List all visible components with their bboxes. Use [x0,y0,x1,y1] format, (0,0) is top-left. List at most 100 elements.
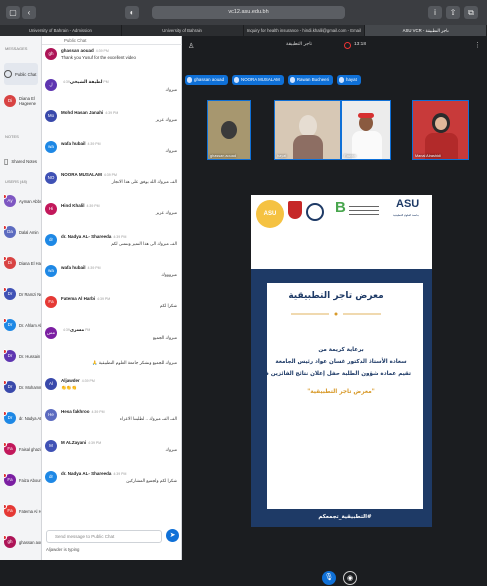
chat-message: مس مسرى4:39 PM مبروك الجميع [45,327,177,341]
chat-message-input[interactable]: Send message to Public Chat [46,530,162,543]
message-time: 4:39 PM [105,111,119,115]
typing-indicator: Aljawder is typing [46,547,80,552]
user-list-item[interactable]: Fa Faisal ghazi [4,439,41,459]
slide-quote: "معرض تاجر التطبيقية" [307,389,375,395]
tab-uob[interactable]: University of Bahrain [122,25,244,36]
message-author: dr. Nadya AL- Shareeda [61,234,112,239]
sidebar-item-shared-notes[interactable]: ▯ Shared Notes [4,150,38,172]
avatar: Ay [4,194,16,207]
avatar: M [45,440,57,452]
shield-icon[interactable]: ◐ [125,6,139,19]
partner-logo [306,203,324,221]
user-name: Faisal ghazi [19,446,41,452]
sidebar-item-public-chat[interactable]: Public Chat [4,63,38,85]
webcam-tile[interactable]: Manal Alrashidi [412,100,469,160]
video-stage: ♙ تاجر التطبيقة 13:18 ⋮ ghassan aouad NO… [182,36,487,585]
message-time: 4:39 PM [97,297,111,301]
user-list-item[interactable]: DrDr. Hussain Bani Issa [4,346,41,366]
chat-message: dr dr. Nadya AL- Shareeda 4:39 PM الف مبروك… [45,234,177,247]
message-text: الف مبروك الى هذا التميز ونتمنى لكم [111,241,177,246]
chat-message: wa wafa hubail 4:39 PM مبروك [45,141,177,154]
chat-message: NO NOORA MUSALAM 4:39 PM الف مبروك الله يوف… [45,172,177,185]
message-text: مبروك عزيز [155,117,177,122]
muted-mic-icon [4,287,7,292]
message-author: wafa hubail [61,265,86,270]
muted-mic-icon [4,349,7,354]
avatar: Hi [45,203,57,215]
avatar: Fa [4,504,16,517]
message-text: مبروك للجميع ونشكر جامعة العلوم التطبيقي… [92,360,177,365]
message-text: مبروك [165,148,177,153]
user-name: Fatema Al Harbi [19,508,41,514]
chat-message: M M ALZayani 4:39 PM مبروك [45,440,177,453]
muted-mic-icon [4,256,7,261]
sidebar: MESSAGES Public Chat Di Diana El Hageene… [0,36,42,560]
talker-chip[interactable]: ghassan aouad [185,75,229,85]
camera-button[interactable]: ◉ [343,571,357,585]
webcam-tile[interactable]: hayat [274,100,341,160]
avatar: Dr [4,411,16,424]
message-author: مسرى [69,327,85,332]
user-list-item[interactable]: FaFatema Al Harbi [4,501,41,521]
slide-line: برعاية كريمة من [318,347,364,353]
recording-icon[interactable] [344,42,351,49]
message-time: 4:39 PM [103,173,117,177]
room-title: تاجر التطبيقة [286,42,313,47]
user-list-item[interactable]: Drdr. Nadya AL- Shar... [4,408,41,428]
tab-asu-vcr[interactable]: ASU VCR - تاجر التطبيقة [365,25,487,36]
slide-title: معرض تاجر التطبيقية [288,291,384,301]
message-text: الف الف مبروك .. لطلبتنا الاعزاء [119,416,177,421]
tab-uob-admission[interactable]: University of Bahrain - Admission [0,25,122,36]
message-author: Mohd Hasan Janahi [61,110,104,115]
message-text: شكرا لكم [159,303,177,308]
message-time: 4:39 PM [113,472,127,476]
info-icon[interactable]: i [428,6,442,19]
tabs-icon[interactable]: ⧉ [464,6,478,19]
chat-message: Hi Hind Khalil 4:39 PM مبروك عزيز [45,203,177,216]
chat-message: ل لطيفة الشيخي4:39 PM مبروك [45,79,177,93]
message-author: Aljawder [61,378,80,383]
user-list-item[interactable]: DrDr. Mohammed Yo... [4,377,41,397]
address-bar[interactable]: vc12.asu.edu.bh [152,6,345,19]
chat-header: Public Chat [42,36,182,45]
messages-heading: MESSAGES [5,46,28,51]
tab-email[interactable]: Inquiry for health insurance - hindi.kha… [244,25,366,36]
sidebar-item-label: Diana El Hageene [19,96,36,106]
sidebar-toggle-icon[interactable]: ▢ [6,6,20,19]
slide-divider [291,312,381,316]
user-name: Ayman Abbnour [19,198,41,204]
user-name: Dr. Mohammed Yo... [19,384,41,390]
user-list-item[interactable]: Da Dalal Amin [4,222,41,242]
back-icon[interactable]: ‹ [22,6,36,19]
avatar: Dr [4,380,16,393]
sidebar-item-label: Public Chat [15,71,37,77]
chat-icon [4,70,12,78]
webcam-tile[interactable]: ghassan aouad [207,100,251,160]
avatar: gh [4,535,16,548]
microphone-button[interactable]: 🎙 [322,571,336,585]
talker-chip[interactable]: NOORA MUSALAM [232,75,284,85]
webcam-tile[interactable]: Rawan [341,100,391,160]
send-button[interactable]: ➤ [166,529,179,542]
message-time: 4:39 PM [87,266,101,270]
message-author: Hesa fakhroo [61,409,90,414]
user-list-item[interactable]: AyAyman Abbnour [4,191,41,211]
user-list-item[interactable]: DrDr Ramzi Nekhili [4,284,41,304]
talker-chip[interactable]: hayat [337,75,361,85]
webcam-label: Rawan [344,154,356,158]
user-list-item[interactable]: Fa Faiza Abouni [4,470,41,490]
share-icon[interactable]: ⇧ [446,6,460,19]
talker-chip[interactable]: Rawan Bucheeri [287,75,334,85]
message-time: 4:39 PM [88,441,102,445]
webcam-label: ghassan aouad [210,154,236,158]
user-list-item[interactable]: ghghassan aouad [4,532,41,552]
user-list-item[interactable]: DrDr. Ahlam Alathawi [4,315,41,335]
user-list-item[interactable]: DiDiana El Hageene [4,253,41,273]
chat-message: Mo Mohd Hasan Janahi 4:39 PM مبروك عزيز [45,110,177,123]
avatar: Fa [4,473,16,486]
message-author: dr. Nadya AL- Shareeda [61,471,112,476]
sidebar-item-private-chat[interactable]: Di Diana El Hageene [4,90,38,112]
options-icon[interactable]: ⋮ [474,41,481,49]
user-list-toggle-icon[interactable]: ♙ [188,42,194,50]
talking-indicator: ghassan aouad NOORA MUSALAM Rawan Buchee… [185,75,361,85]
